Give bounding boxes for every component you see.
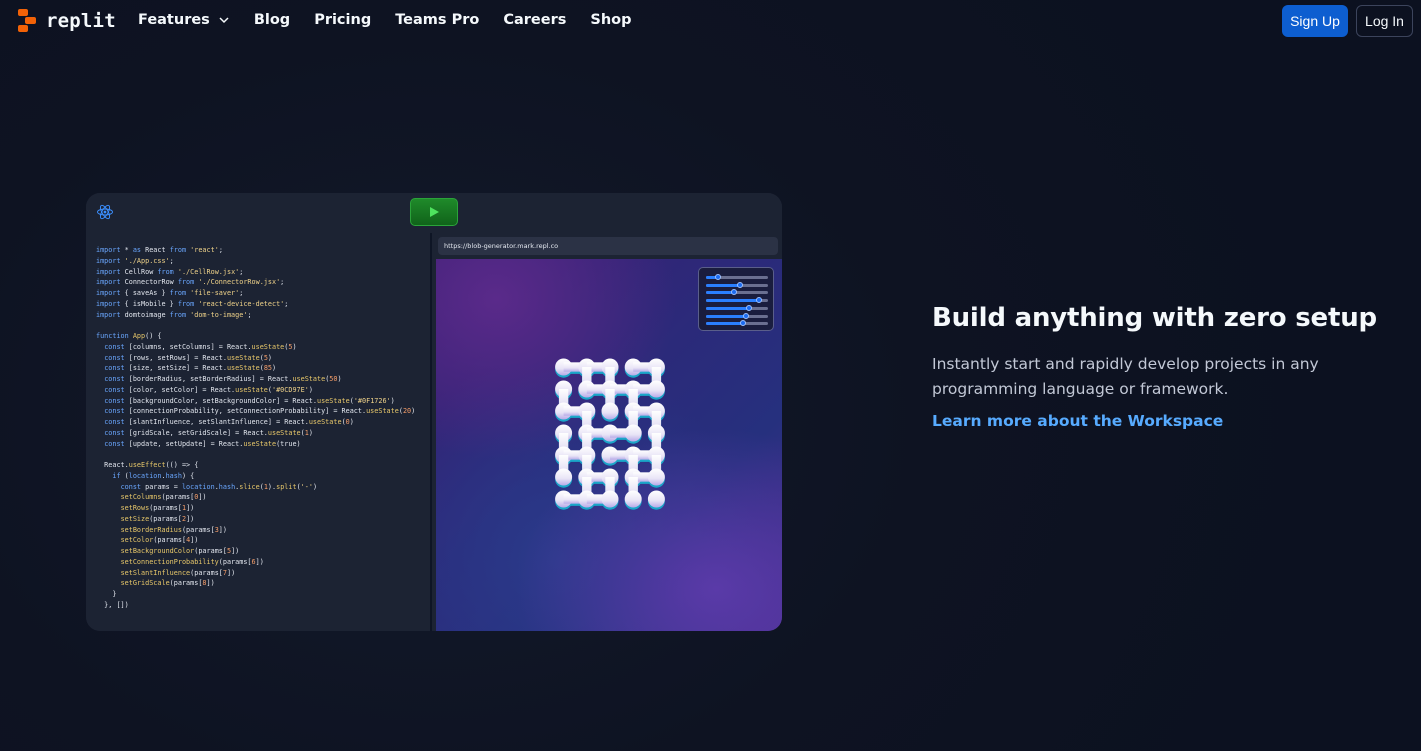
nav-item-pricing[interactable]: Pricing (314, 12, 371, 28)
nav-item-careers[interactable]: Careers (503, 12, 566, 28)
blob-cell (647, 490, 665, 508)
code-line: React.useEffect(() => { (96, 461, 199, 469)
log-in-button[interactable]: Log In (1356, 5, 1413, 37)
nav-links: Features Blog Pricing Teams Pro Careers … (138, 12, 655, 28)
nav-item-label: Features (138, 12, 210, 28)
nav-item-features[interactable]: Features (138, 12, 230, 28)
code-line: const [borderRadius, setBorderRadius] = … (104, 375, 342, 383)
brand-name: replit (46, 10, 116, 32)
react-icon (97, 204, 113, 220)
code-line: }, []) (96, 600, 129, 609)
code-line: setConnectionProbability(params[6]) (120, 557, 264, 566)
code-line: import * as React from 'react'; (96, 246, 223, 254)
blob-cell (624, 490, 642, 508)
code-editor[interactable]: import * as React from 'react'; import '.… (86, 233, 432, 631)
replit-logo[interactable]: replit (18, 9, 116, 33)
preview-slider[interactable] (706, 320, 768, 327)
code-line: const [columns, setColumns] = React.useS… (104, 342, 297, 351)
replit-logo-icon (18, 9, 38, 33)
code-line: import ConnectorRow from './ConnectorRow… (96, 278, 285, 287)
code-line: import domtoimage from 'dom-to-image'; (96, 310, 252, 319)
code-line: setGridScale(params[8]) (120, 579, 215, 588)
hero-title: Build anything with zero setup (932, 303, 1377, 333)
code-line: const [gridScale, setGridScale] = React.… (104, 428, 313, 437)
blob-pattern (555, 358, 665, 510)
code-line: setBackgroundColor(params[5]) (120, 547, 240, 555)
blob-cell (647, 468, 665, 486)
code-line: setSize(params[2]) (120, 514, 195, 523)
preview-slider[interactable] (706, 312, 768, 319)
preview-slider[interactable] (706, 281, 768, 288)
code-line: const [size, setSize] = React.useState(8… (104, 364, 277, 373)
nav-item-blog[interactable]: Blog (254, 12, 290, 28)
code-line: import CellRow from './CellRow.jsx'; (96, 267, 244, 276)
workspace-toolbar (86, 193, 782, 231)
blob-cell (601, 490, 619, 508)
code-line: setSlantInfluence(params[7]) (120, 568, 236, 577)
code-line: setColor(params[4]) (120, 536, 199, 545)
blob-cell (647, 380, 665, 398)
webview-pane: https://blob-generator.mark.repl.co (436, 233, 782, 631)
preview-slider[interactable] (706, 304, 768, 311)
code-line: const [slantInfluence, setSlantInfluence… (104, 418, 354, 426)
code-content: import * as React from 'react'; import '.… (96, 245, 415, 611)
code-line: const [rows, setRows] = React.useState(5… (104, 353, 272, 362)
code-line: setBorderRadius(params[3]) (120, 525, 227, 534)
code-line: const params = location.hash.slice(1).sp… (120, 482, 318, 491)
workspace-preview: import * as React from 'react'; import '.… (86, 193, 782, 631)
preview-slider[interactable] (706, 289, 768, 296)
chevron-down-icon (219, 17, 229, 24)
preview-slider[interactable] (706, 274, 768, 280)
blob-cell (624, 424, 642, 442)
code-line: const [connectionProbability, setConnect… (104, 407, 416, 416)
code-line: } (96, 590, 117, 598)
code-line: const [color, setColor] = React.useState… (104, 385, 313, 394)
nav-item-shop[interactable]: Shop (590, 12, 631, 28)
code-line: function App() { (96, 332, 162, 340)
nav-item-teams-pro[interactable]: Teams Pro (395, 12, 479, 28)
code-line: setColumns(params[0]) (120, 493, 207, 502)
code-line: const [backgroundColor, setBackgroundCol… (104, 396, 395, 405)
top-nav: replit Features Blog Pricing Teams Pro C… (0, 0, 1421, 44)
code-line: const [update, setUpdate] = React.useSta… (104, 439, 301, 448)
code-line: if (location.hash) { (112, 471, 195, 480)
url-bar[interactable]: https://blob-generator.mark.repl.co (438, 237, 778, 255)
code-line: import { saveAs } from 'file-saver'; (96, 289, 244, 297)
blob-cell (601, 402, 619, 420)
blob-cell (555, 468, 573, 486)
sign-up-button[interactable]: Sign Up (1282, 5, 1348, 37)
play-icon (430, 207, 439, 217)
hero-description: Instantly start and rapidly develop proj… (932, 355, 1319, 398)
preview-slider[interactable] (706, 297, 768, 304)
learn-more-link[interactable]: Learn more about the Workspace (932, 412, 1223, 430)
slider-panel (698, 267, 774, 331)
code-line: setRows(params[1]) (120, 504, 195, 512)
code-line: import './App.css'; (96, 256, 174, 265)
run-button[interactable] (410, 198, 458, 226)
code-line: import { isMobile } from 'react-device-d… (96, 299, 289, 308)
app-preview (436, 259, 782, 631)
